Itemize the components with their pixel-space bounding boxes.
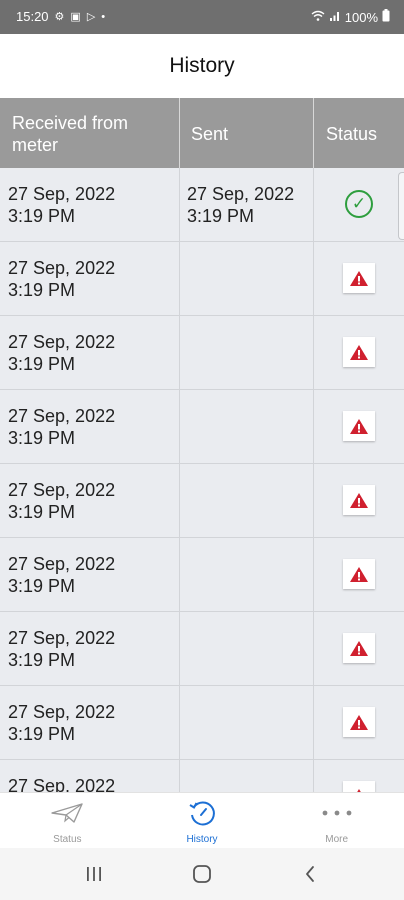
- status-bar-right: 100%: [311, 9, 390, 25]
- sent-cell: 27 Sep, 2022 3:19 PM: [180, 168, 314, 241]
- sent-cell: [180, 686, 314, 759]
- received-date: 27 Sep, 2022: [8, 184, 116, 204]
- battery-percent: 100%: [344, 9, 378, 25]
- received-date: 27 Sep, 2022: [8, 406, 116, 426]
- warning-icon[interactable]: [343, 485, 375, 515]
- status-bar: 15:20 ⚙ ▣ ▷ • 100%: [0, 0, 404, 34]
- nav-status-label: Status: [53, 834, 82, 845]
- history-icon: [188, 800, 216, 826]
- received-time: 3:19 PM: [8, 576, 76, 596]
- table-row[interactable]: 27 Sep, 20223:19 PM: [0, 686, 404, 760]
- sent-cell: [180, 612, 314, 685]
- system-nav-bar: [0, 848, 404, 900]
- received-date: 27 Sep, 2022: [8, 258, 116, 278]
- table-row[interactable]: 27 Sep, 2022 3:19 PM 27 Sep, 2022 3:19 PM ✓: [0, 168, 404, 242]
- status-bar-left: 15:20 ⚙ ▣ ▷ •: [16, 9, 105, 24]
- status-cell: [314, 390, 404, 463]
- received-date: 27 Sep, 2022: [8, 480, 116, 500]
- warning-icon[interactable]: [343, 559, 375, 589]
- column-header-status: Status: [326, 124, 378, 144]
- dot-icon: •: [101, 10, 106, 23]
- status-cell: [314, 612, 404, 685]
- sent-cell: [180, 242, 314, 315]
- clock: 15:20: [16, 9, 49, 24]
- received-date: 27 Sep, 2022: [8, 332, 116, 352]
- status-cell: [314, 464, 404, 537]
- status-cell: [314, 686, 404, 759]
- sent-date: 27 Sep, 2022: [187, 184, 295, 204]
- status-cell: ✓: [314, 168, 404, 241]
- message-icon: ▣: [70, 10, 81, 23]
- table-row[interactable]: 27 Sep, 20223:19 PM: [0, 390, 404, 464]
- status-cell: [314, 242, 404, 315]
- paper-plane-icon: [50, 800, 84, 826]
- received-cell: 27 Sep, 20223:19 PM: [0, 390, 180, 463]
- received-time: 3:19 PM: [8, 724, 76, 744]
- received-cell: 27 Sep, 20223:19 PM: [0, 686, 180, 759]
- status-cell: [314, 538, 404, 611]
- page-title: History: [169, 54, 235, 77]
- table-row[interactable]: 27 Sep, 20223:19 PM: [0, 316, 404, 390]
- recent-apps-icon[interactable]: [74, 859, 114, 889]
- title-bar: History: [0, 34, 404, 98]
- received-time: 3:19 PM: [8, 650, 76, 670]
- scroll-handle[interactable]: [398, 172, 404, 240]
- back-icon[interactable]: [290, 859, 330, 889]
- battery-icon: [382, 9, 390, 25]
- home-icon[interactable]: [182, 859, 222, 889]
- sent-time: 3:19 PM: [187, 206, 255, 226]
- table-row[interactable]: 27 Sep, 20223:19 PM: [0, 612, 404, 686]
- more-dots-icon: [321, 800, 353, 826]
- received-cell: 27 Sep, 20223:19 PM: [0, 538, 180, 611]
- table-row[interactable]: 27 Sep, 20223:19 PM: [0, 464, 404, 538]
- check-circle-icon: ✓: [345, 190, 373, 218]
- gear-icon: ⚙: [54, 10, 65, 23]
- nav-status[interactable]: Status: [0, 793, 135, 848]
- sent-cell: [180, 390, 314, 463]
- wifi-icon: [311, 10, 325, 25]
- nav-more[interactable]: More: [269, 793, 404, 848]
- table-header: Received from meter Sent Status: [0, 98, 404, 168]
- bottom-nav: Status History More: [0, 792, 404, 848]
- received-cell: 27 Sep, 20223:19 PM: [0, 242, 180, 315]
- received-cell: 27 Sep, 20223:19 PM: [0, 760, 180, 792]
- received-time: 3:19 PM: [8, 354, 76, 374]
- sent-cell: [180, 464, 314, 537]
- received-date: 27 Sep, 2022: [8, 776, 116, 792]
- received-date: 27 Sep, 2022: [8, 628, 116, 648]
- warning-icon[interactable]: [343, 411, 375, 441]
- nav-more-label: More: [325, 834, 349, 845]
- status-cell: [314, 760, 404, 792]
- status-cell: [314, 316, 404, 389]
- signal-icon: [329, 10, 341, 25]
- sent-cell: [180, 538, 314, 611]
- sent-cell: [180, 760, 314, 792]
- table-row[interactable]: 27 Sep, 20223:19 PM: [0, 538, 404, 612]
- warning-icon[interactable]: [343, 781, 375, 792]
- received-cell: 27 Sep, 20223:19 PM: [0, 316, 180, 389]
- sent-cell: [180, 316, 314, 389]
- received-time: 3:19 PM: [8, 206, 76, 226]
- column-header-received: Received from meter: [0, 98, 180, 168]
- history-table[interactable]: 27 Sep, 2022 3:19 PM 27 Sep, 2022 3:19 PM ✓ 2…: [0, 168, 404, 792]
- column-header-sent: Sent: [180, 98, 314, 168]
- received-cell: 27 Sep, 20223:19 PM: [0, 464, 180, 537]
- received-time: 3:19 PM: [8, 502, 76, 522]
- received-time: 3:19 PM: [8, 428, 76, 448]
- nav-history[interactable]: History: [135, 793, 270, 848]
- received-time: 3:19 PM: [8, 280, 76, 300]
- nav-history-label: History: [186, 834, 218, 845]
- warning-icon[interactable]: [343, 263, 375, 293]
- received-date: 27 Sep, 2022: [8, 702, 116, 722]
- table-row[interactable]: 27 Sep, 20223:19 PM: [0, 242, 404, 316]
- warning-icon[interactable]: [343, 633, 375, 663]
- received-cell: 27 Sep, 20223:19 PM: [0, 612, 180, 685]
- received-date: 27 Sep, 2022: [8, 554, 116, 574]
- cast-icon: ▷: [86, 10, 96, 23]
- warning-icon[interactable]: [343, 707, 375, 737]
- warning-icon[interactable]: [343, 337, 375, 367]
- received-cell: 27 Sep, 20223:19 PM: [0, 168, 180, 241]
- table-row[interactable]: 27 Sep, 20223:19 PM: [0, 760, 404, 792]
